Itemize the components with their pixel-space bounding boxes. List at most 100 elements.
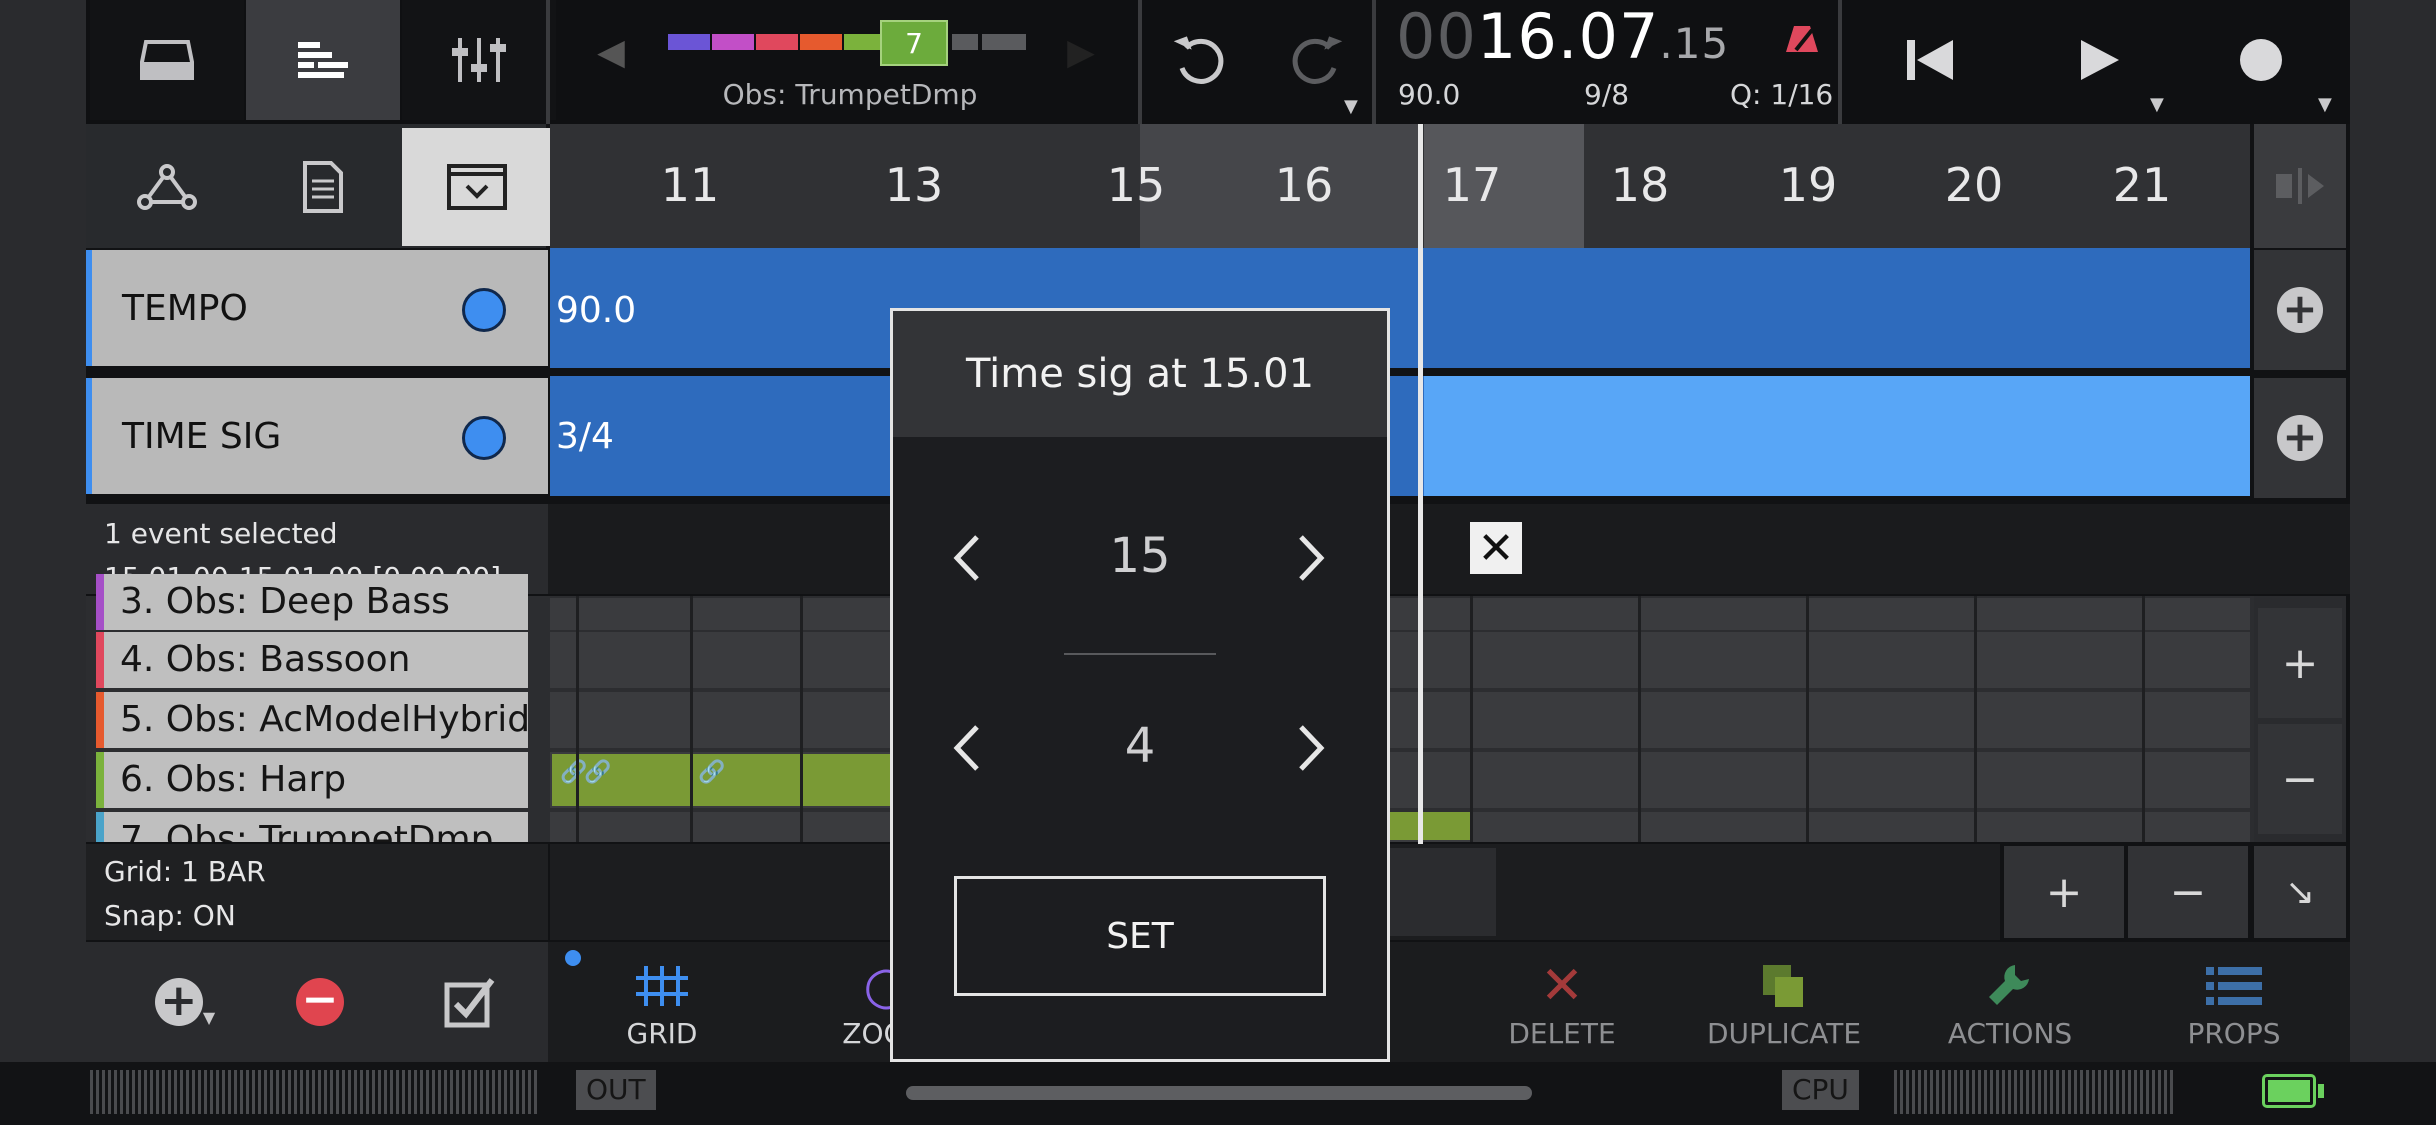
checkbox-icon [444,978,495,1028]
track-header[interactable]: 5. Obs: AcModelHybrid [104,692,528,748]
right-gutter [2350,0,2436,1125]
numerator-value[interactable]: 15 [1040,528,1240,584]
arrange-view-button[interactable] [246,0,400,120]
current-track-name: Obs: TrumpetDmp [722,78,978,111]
midi-clip[interactable] [1380,812,1470,840]
play-options-dropdown-icon[interactable]: ▼ [2150,94,2164,115]
global-tracks-toggle[interactable] [402,128,552,246]
prev-track-button[interactable]: ◀ [586,30,636,74]
zoom-out-button[interactable]: − [2128,846,2248,938]
denominator-increment-button[interactable] [1282,718,1342,778]
record-options-dropdown-icon[interactable]: ▼ [2318,94,2332,115]
toolbar-separator [546,0,550,124]
ruler-bar-label: 13 [884,158,944,212]
mixer-button[interactable] [402,0,556,120]
add-timesig-event-button[interactable]: + [2254,378,2346,498]
plus-circle-icon: + [154,978,203,1026]
delete-tool-button[interactable]: ✕ DELETE [1452,942,1672,1062]
redo-button[interactable] [1266,10,1366,110]
ruler-bar-label: 19 [1778,158,1838,212]
denominator-decrement-button[interactable] [936,718,996,778]
lane-record-dot[interactable] [462,416,506,460]
actions-tool-label: ACTIONS [1947,1016,2073,1050]
rewind-button[interactable] [1876,10,1986,110]
small-dropdown-icon: ▼ [202,1007,216,1027]
record-button[interactable] [2206,10,2316,110]
playhead[interactable] [1418,124,1423,844]
link-icon: 🔗 [698,760,726,785]
redo-icon [1292,36,1343,84]
track-color-2 [712,34,754,50]
track-lane[interactable] [550,692,2250,748]
track-lane[interactable] [550,598,2250,630]
play-button[interactable] [2044,10,2154,110]
home-indicator[interactable] [906,1086,1532,1100]
clear-selection-button[interactable]: ✕ [1470,522,1522,574]
track-header[interactable]: 3. Obs: Deep Bass [104,574,528,630]
notes-button[interactable] [248,128,398,246]
track-lane[interactable] [550,632,2250,688]
lane-record-dot[interactable] [462,288,506,332]
add-tempo-event-button[interactable]: + [2254,250,2346,370]
cpu-meter [1894,1070,2174,1114]
next-track-button[interactable]: ▶ [1056,30,1106,74]
ruler-bar-label: 16 [1274,158,1334,212]
props-tool-button[interactable]: PROPS [2124,942,2344,1062]
grid-snap-info[interactable]: Grid: 1 BAR Snap: ON [86,844,548,940]
tempo-lane[interactable] [550,248,2250,368]
lane-label: TEMPO [122,288,248,329]
link-icon: 🔗 [584,760,612,785]
minus-icon: − [2281,753,2319,805]
skip-back-icon [1907,40,1953,80]
selection-count: 1 event selected [104,517,338,550]
time-signature-readout[interactable]: 9/8 [1584,78,1629,111]
zoom-in-button[interactable]: + [2004,846,2124,938]
diagonal-arrow-icon: ↘ [2284,871,2316,913]
track-header[interactable]: 6. Obs: Harp [104,752,528,808]
split-arrow-icon [2276,168,2324,204]
duplicate-tool-label: DUPLICATE [1706,1016,1862,1050]
grid-tool-label: GRID [626,1016,698,1050]
zoom-fit-button[interactable]: ↘ [2254,846,2346,938]
actions-tool-button[interactable]: ACTIONS [1900,942,2120,1062]
add-button[interactable]: + ▼ [130,962,240,1042]
tempo-lane-header[interactable]: TEMPO [92,250,548,366]
numerator-increment-button[interactable] [1282,528,1342,588]
ruler-bar-label: 15 [1106,158,1166,212]
tempo-readout[interactable]: 90.0 [1398,78,1460,111]
track-header[interactable]: 4. Obs: Bassoon [104,632,528,688]
tray-icon [140,40,194,80]
browser-button[interactable] [90,0,244,120]
plus-circle-icon: + [2277,287,2323,333]
quantize-readout[interactable]: Q: 1/16 [1730,78,1833,111]
current-track-number[interactable]: 7 [880,20,948,66]
grid-line [1470,596,1473,842]
grid-tool-button[interactable]: GRID [552,942,772,1062]
set-button[interactable]: SET [954,876,1326,996]
duplicate-tool-button[interactable]: DUPLICATE [1674,942,1894,1062]
undo-button[interactable] [1150,10,1250,110]
track-header[interactable]: 7. Obs: TrumpetDmp [104,812,528,842]
decrease-track-height-button[interactable]: − [2258,724,2342,834]
denominator-value[interactable]: 4 [1040,718,1240,774]
grid-line [1974,596,1977,842]
chevron-right-icon [1299,725,1325,771]
increase-track-height-button[interactable]: + [2258,608,2342,718]
timesig-lane-header[interactable]: TIME SIG [92,378,548,494]
minus-circle-icon: − [296,978,344,1026]
track-color-bar [96,692,104,748]
numerator-decrement-button[interactable] [936,528,996,588]
select-mode-button[interactable] [420,962,520,1042]
battery-icon [2262,1074,2316,1108]
follow-playhead-button[interactable] [2254,124,2346,248]
plus-circle-icon: + [2277,415,2323,461]
triangle-left-icon: ◀ [597,31,625,73]
history-dropdown-icon[interactable]: ▼ [1344,96,1358,117]
timesig-selected-segment[interactable] [1424,376,2250,496]
metronome-icon[interactable] [1782,24,1822,54]
time-display[interactable]: 0016.07.15 [1396,0,1729,73]
remove-button[interactable]: − [270,962,370,1042]
grid-line [576,596,579,842]
automation-button[interactable] [92,128,242,246]
toolbar-separator [1138,0,1142,124]
